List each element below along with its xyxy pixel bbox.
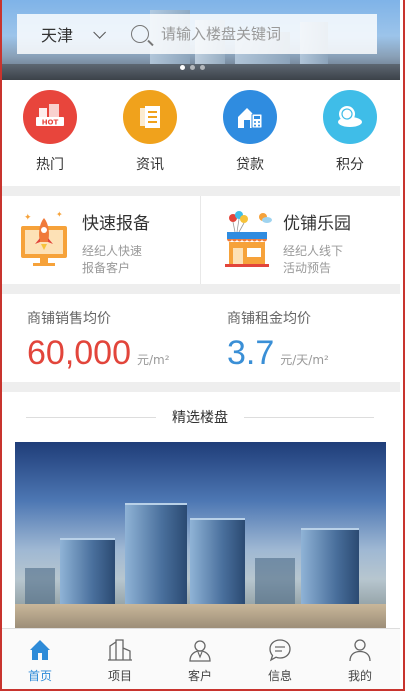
hot-icon: HOT (23, 90, 77, 144)
feature-title: 快速报备 (82, 214, 150, 234)
customer-icon (189, 640, 211, 662)
divider-line (26, 416, 156, 418)
sale-price-unit: 元/m² (137, 353, 170, 367)
tab-label: 客户 (187, 669, 212, 683)
quick-nav-loan[interactable]: 贷款 (200, 80, 300, 186)
loan-icon (223, 90, 277, 144)
feature-subtitle-line: 经纪人快速 (82, 244, 143, 258)
rent-price-label: 商铺租金均价 (227, 311, 311, 327)
quick-nav-label: 资讯 (136, 157, 164, 173)
quick-report-card[interactable]: ✦ ✦ 快速报备 经纪人快速 报备客户 (0, 196, 200, 284)
chevron-down-icon (93, 25, 107, 39)
feature-title: 优铺乐园 (283, 214, 351, 234)
feature-subtitle-line: 活动预告 (283, 261, 332, 275)
section-divider (0, 284, 400, 294)
search-icon (131, 25, 149, 43)
quick-nav-label: 贷款 (236, 157, 264, 173)
section-divider (0, 186, 400, 196)
points-icon (323, 90, 377, 144)
quick-nav-points[interactable]: 积分 (300, 80, 400, 186)
bottom-tab-bar: 首页 项目 客户 信息 我的 (0, 628, 400, 691)
price-stats: 商铺销售均价 60,000 元/m² 商铺租金均价 3.7 元/天/m² (0, 294, 400, 382)
sale-price-value: 60,000 (27, 334, 131, 372)
shop-park-card[interactable]: 优铺乐园 经纪人线下 活动预告 (200, 196, 400, 284)
feature-subtitle-line: 报备客户 (82, 261, 131, 275)
svg-text:✦: ✦ (56, 210, 63, 219)
banner-pagination (180, 65, 205, 70)
quick-nav: HOT 热门 资讯 贷款 积分 (0, 80, 400, 186)
tab-label: 我的 (347, 669, 372, 683)
city-selector[interactable]: 天津 (17, 22, 113, 46)
featured-property-image[interactable] (15, 442, 386, 638)
tab-label: 信息 (267, 669, 292, 683)
rent-price-value: 3.7 (227, 334, 275, 372)
quick-nav-news[interactable]: 资讯 (100, 80, 200, 186)
tab-messages[interactable]: 信息 (240, 629, 320, 691)
banner-dot[interactable] (190, 65, 195, 70)
sale-price-stat[interactable]: 商铺销售均价 60,000 元/m² (0, 294, 200, 382)
divider-line (244, 416, 374, 418)
feature-subtitle: 经纪人线下 活动预告 (283, 243, 351, 277)
city-label: 天津 (41, 26, 74, 45)
featured-header: 精选楼盘 (0, 392, 400, 442)
tab-customers[interactable]: 客户 (160, 629, 240, 691)
tab-home[interactable]: 首页 (0, 629, 80, 691)
featured-title: 精选楼盘 (172, 410, 228, 426)
home-icon (30, 640, 50, 660)
profile-icon (349, 639, 371, 662)
feature-subtitle-line: 经纪人线下 (283, 244, 344, 258)
section-divider (0, 382, 400, 392)
svg-text:HOT: HOT (42, 119, 59, 127)
message-icon (269, 639, 291, 662)
quick-nav-label: 积分 (336, 157, 364, 173)
banner-dot[interactable] (200, 65, 205, 70)
shop-icon (219, 208, 273, 270)
svg-text:✦: ✦ (24, 213, 32, 223)
rocket-icon: ✦ ✦ (18, 208, 72, 270)
tab-projects[interactable]: 项目 (80, 629, 160, 691)
quick-nav-label: 热门 (36, 157, 64, 173)
search-bar: 天津 (17, 14, 377, 54)
rent-price-stat[interactable]: 商铺租金均价 3.7 元/天/m² (200, 294, 400, 382)
news-icon (123, 90, 177, 144)
search-input[interactable] (161, 25, 361, 43)
buildings-icon (108, 639, 132, 661)
tab-label: 首页 (27, 669, 52, 683)
quick-nav-hot[interactable]: HOT 热门 (0, 80, 100, 186)
sale-price-label: 商铺销售均价 (27, 311, 111, 327)
tab-label: 项目 (107, 669, 132, 683)
feature-cards: ✦ ✦ 快速报备 经纪人快速 报备客户 优铺乐园 经纪人线下 活动预告 (0, 196, 400, 284)
rent-price-unit: 元/天/m² (280, 353, 329, 367)
feature-subtitle: 经纪人快速 报备客户 (82, 243, 150, 277)
banner-dot[interactable] (180, 65, 185, 70)
tab-profile[interactable]: 我的 (320, 629, 400, 691)
